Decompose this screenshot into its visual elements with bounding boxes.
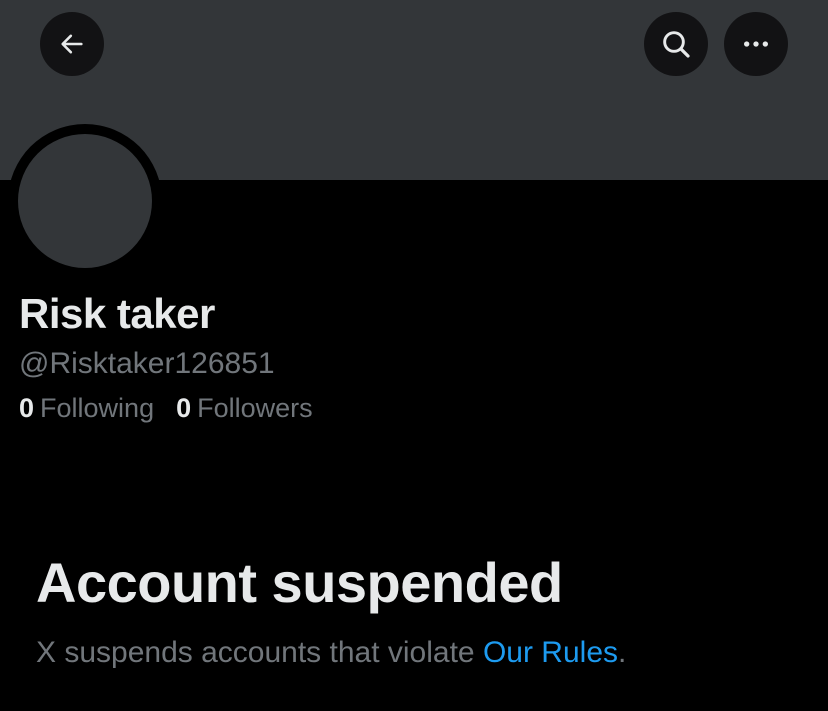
more-horizontal-icon [744, 41, 768, 47]
following-count: 0 [19, 393, 35, 423]
suspended-message-text: X suspends accounts that violate [36, 636, 483, 669]
back-button[interactable] [40, 12, 104, 76]
profile-page: Risk taker @Risktaker126851 0 Following … [0, 0, 828, 711]
search-button[interactable] [644, 12, 708, 76]
following-link[interactable]: 0 Following [19, 393, 154, 424]
our-rules-link[interactable]: Our Rules [483, 636, 618, 669]
followers-label: Followers [197, 393, 313, 423]
suspended-message-period: . [618, 636, 627, 669]
suspended-title: Account suspended [36, 551, 563, 614]
suspended-message: X suspends accounts that violate Our Rul… [36, 636, 626, 670]
search-icon [663, 31, 690, 58]
more-button[interactable] [724, 12, 788, 76]
followers-link[interactable]: 0 Followers [176, 393, 313, 424]
avatar[interactable] [18, 134, 152, 268]
user-handle: @Risktaker126851 [19, 347, 275, 380]
follow-stats: 0 Following 0 Followers [19, 393, 313, 424]
arrow-left-icon [61, 34, 83, 54]
display-name: Risk taker [19, 290, 215, 337]
followers-count: 0 [176, 393, 192, 423]
following-label: Following [40, 393, 155, 423]
